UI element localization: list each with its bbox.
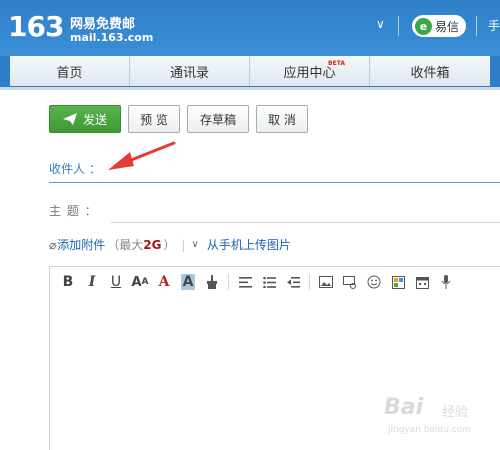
attachment-limit-prefix: （最大 (107, 238, 144, 252)
add-attachment-link[interactable]: 添加附件 (57, 236, 105, 253)
logo-name: 网易免费邮 (70, 17, 136, 32)
toolbar-divider (309, 274, 310, 290)
font-size-button[interactable]: AA (128, 270, 152, 294)
tab-label: 通讯录 (169, 65, 209, 81)
yixin-label: 易信 (435, 19, 460, 34)
bullet-list-icon[interactable] (257, 270, 281, 294)
watermark-brand-2: 经验 (442, 405, 469, 420)
screenshot-icon[interactable] (338, 270, 362, 294)
cancel-button[interactable]: 取 消 (256, 105, 308, 133)
format-painter-icon[interactable] (200, 270, 224, 294)
calendar-icon[interactable] (410, 270, 434, 294)
annotation-arrow-icon (108, 141, 176, 170)
subject-label: 主 题 ： (49, 204, 98, 218)
underline-glyph: U (110, 274, 122, 290)
align-left-icon[interactable] (233, 270, 257, 294)
attachment-limit-size: 2G (143, 237, 162, 252)
underline-button[interactable]: U (104, 270, 128, 294)
font-color-button[interactable]: A (152, 270, 176, 294)
send-label: 发送 (82, 112, 107, 127)
chevron-down-icon[interactable]: ∨ (192, 239, 199, 250)
tab-label: 收件箱 (410, 65, 450, 81)
emoji-icon[interactable] (362, 270, 386, 294)
tab-app-center[interactable]: 应用中心 BETA (250, 56, 370, 86)
attachment-row: ⌀ 添加附件 （最大 2G ） | ∨ 从手机上传图片 (49, 236, 291, 253)
paperclip-icon: ⌀ (49, 237, 57, 252)
tab-home[interactable]: 首页 (10, 56, 130, 86)
header-more-link[interactable]: 手 (488, 17, 500, 34)
logo-number[interactable]: 163 (8, 10, 64, 43)
italic-button[interactable]: I (80, 270, 104, 294)
template-icon[interactable] (386, 270, 410, 294)
microphone-icon[interactable] (434, 270, 458, 294)
attachment-limit-suffix: ） (163, 238, 176, 252)
logo-domain: mail.163.com (70, 31, 154, 44)
italic-glyph: I (88, 274, 96, 290)
tab-inbox[interactable]: 收件箱 (370, 56, 490, 86)
outdent-icon[interactable] (281, 270, 305, 294)
toolbar-divider (228, 274, 229, 290)
paper-plane-icon (62, 113, 77, 125)
header-divider (476, 16, 477, 36)
font-size-small-icon: A (141, 277, 149, 287)
watermark-url: jingyan.baidu.com (388, 425, 472, 435)
preview-button[interactable]: 预 览 (128, 105, 180, 133)
app-header: 163 网易免费邮 mail.163.com ∨ e 易信 手 (0, 0, 500, 56)
tab-contacts[interactable]: 通讯录 (130, 56, 250, 86)
nav-underline (0, 87, 500, 90)
yixin-button[interactable]: e 易信 (412, 15, 466, 37)
subject-input[interactable] (111, 222, 500, 223)
header-divider (398, 16, 399, 36)
font-color-glyph: A (158, 274, 170, 290)
watermark: Bai 经验 jingyan.baidu.com (380, 395, 500, 445)
tab-label: 首页 (56, 65, 83, 81)
bold-button[interactable]: B (56, 270, 80, 294)
send-button[interactable]: 发送 (49, 105, 121, 133)
chevron-down-icon[interactable]: ∨ (376, 17, 385, 31)
bold-glyph: B (62, 274, 74, 290)
highlight-glyph: A (180, 274, 196, 290)
recipient-input[interactable] (49, 182, 500, 183)
attachment-divider: | (181, 237, 186, 252)
recipient-label[interactable]: 收件人 ： (49, 160, 101, 177)
save-draft-button[interactable]: 存草稿 (187, 105, 249, 133)
font-size-glyph: A (131, 274, 142, 290)
watermark-brand: Bai (384, 395, 424, 420)
editor-toolbar: B I U AA A A (50, 267, 500, 297)
yixin-icon: e (415, 17, 432, 35)
beta-badge: BETA (328, 60, 345, 67)
image-icon[interactable] (314, 270, 338, 294)
main-nav: 首页 通讯录 应用中心 BETA 收件箱 (0, 56, 500, 88)
upload-from-phone-link[interactable]: 从手机上传图片 (207, 236, 291, 253)
highlight-button[interactable]: A (176, 270, 200, 294)
